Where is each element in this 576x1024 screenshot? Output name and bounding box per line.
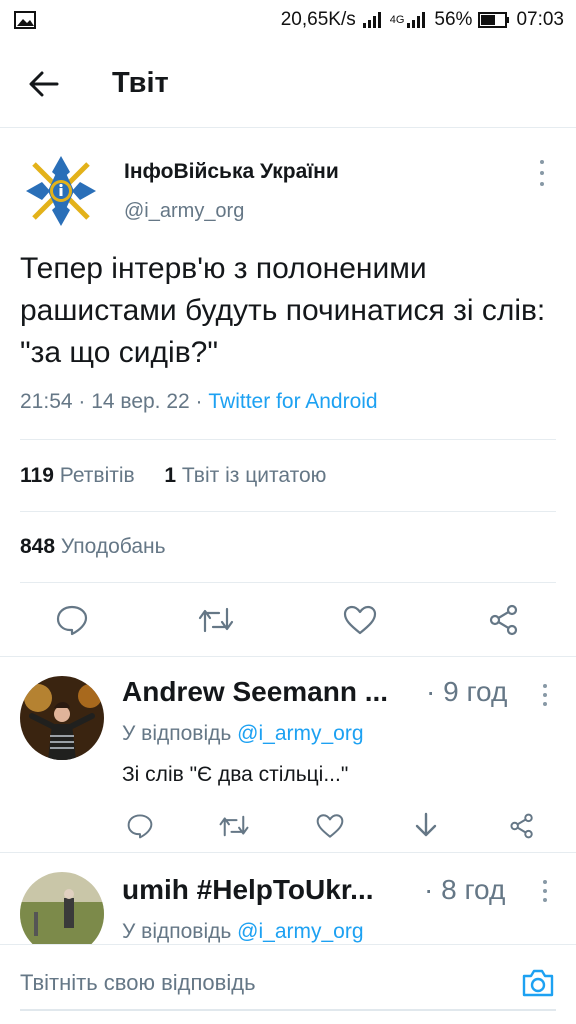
reply-actions [0,806,576,846]
reply-to-line: У відповідь @i_army_org [122,722,364,746]
heart-icon [343,605,377,635]
battery-icon [478,12,510,28]
avatar[interactable] [20,150,102,232]
tweet-source-link[interactable]: Twitter for Android [208,390,377,413]
likes-stats: 848 Уподобань [20,535,166,559]
reply-icon [127,814,153,839]
user-photo-icon [20,676,104,760]
retweet-stats: 119 Ретвітів 1 Твіт із цитатою [20,464,326,488]
heart-icon [316,814,344,838]
more-options-button[interactable] [542,880,548,902]
network-type: 4G [389,14,405,26]
back-button[interactable] [14,54,74,114]
retweet-icon [198,607,234,633]
reply-author-name[interactable]: umih #HelpToUkr... [122,874,412,906]
reply-to-label: У відповідь [122,722,238,745]
quotes-count: 1 [164,464,177,487]
page-title: Твіт [112,67,169,99]
main-tweet: ІнфоВійська України @i_army_org Тепер ін… [0,128,576,636]
like-button[interactable] [340,600,380,640]
retweet-button[interactable] [196,600,236,640]
likes-link[interactable]: 848 Уподобань [20,535,166,558]
likes-count: 848 [20,535,56,558]
ukraine-army-emblem-icon [20,150,102,232]
retweet-icon [219,815,249,837]
reply-composer [0,944,576,1024]
retweets-count: 119 [20,464,54,487]
avatar[interactable] [20,872,104,944]
mention-link[interactable]: @i_army_org [237,722,363,745]
reply-author-name[interactable]: Andrew Seemann ... [122,676,416,708]
reply-time: · 8 год [424,874,506,905]
app-header: Твіт [0,40,576,128]
tweet-meta: 21:54 · 14 вер. 22 · Twitter for Android [20,390,378,414]
share-button[interactable] [502,806,542,846]
retweet-button[interactable] [214,806,254,846]
user-photo-icon [20,872,104,944]
status-bar: 20,65K/s 4G 56% 07:03 [0,0,576,40]
share-icon [489,604,518,636]
reply-tweet[interactable]: Andrew Seemann ... · 9 год У відповідь @… [0,656,576,852]
reply-to-line: У відповідь @i_army_org [122,920,364,944]
more-options-button[interactable] [532,160,552,186]
avatar[interactable] [20,676,104,760]
like-button[interactable] [310,806,350,846]
gallery-icon [14,11,36,29]
reply-input[interactable] [20,959,500,1007]
clock: 07:03 [516,9,564,30]
quotes-label: Твіт із цитатою [181,464,327,487]
reply-time: · 9 год [426,676,508,707]
more-vertical-icon [543,684,547,688]
share-icon [510,813,533,839]
divider [20,511,556,512]
battery-percent: 56% [434,9,473,30]
download-icon [415,812,437,837]
reply-to-label: У відповідь [122,920,238,943]
divider [20,582,556,583]
quotes-link[interactable]: 1 Твіт із цитатою [164,464,326,487]
camera-button[interactable] [518,963,558,1003]
reply-button[interactable] [52,600,92,640]
reply-icon [56,605,88,636]
tweet-text: Тепер інтерв'ю з полоненими рашистами бу… [20,252,546,369]
more-vertical-icon [543,880,547,884]
download-button[interactable] [406,806,446,846]
tweet-timestamp: 21:54 · 14 вер. 22 · [20,390,209,413]
divider [20,439,556,440]
tweet-actions [0,590,576,654]
reply-tweet[interactable]: umih #HelpToUkr... · 8 год У відповідь @… [0,852,576,944]
network-speed: 20,65K/s [280,9,356,30]
reply-button[interactable] [120,806,160,846]
author-name[interactable]: ІнфоВійська України [124,160,339,184]
reply-text: Зі слів "Є два стільці..." [122,763,349,786]
arrow-left-icon [29,71,59,96]
more-options-button[interactable] [542,684,548,706]
signal-icon [362,12,381,28]
input-underline [20,1009,556,1011]
more-vertical-icon [540,160,544,164]
likes-label: Уподобань [60,535,166,558]
camera-icon [522,969,554,997]
mention-link[interactable]: @i_army_org [237,920,363,943]
share-button[interactable] [484,600,524,640]
signal-icon-2 [407,12,426,28]
retweets-link[interactable]: 119 Ретвітів [20,464,135,487]
retweets-label: Ретвітів [59,464,135,487]
author-handle[interactable]: @i_army_org [124,200,244,223]
